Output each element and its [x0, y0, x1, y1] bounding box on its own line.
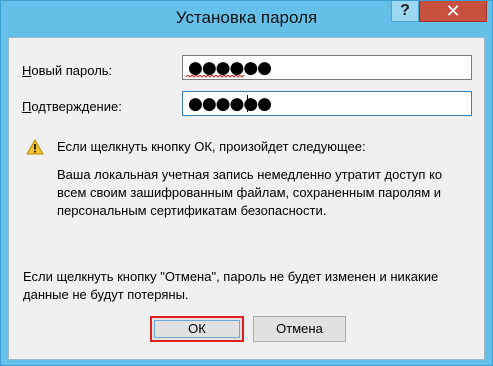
new-password-label: Новый пароль:	[22, 63, 113, 78]
confirm-password-input[interactable]: ●●●●●●	[182, 91, 472, 116]
ok-button[interactable]: ОК	[150, 316, 244, 342]
cancel-note: Если щелкнуть кнопку "Отмена", пароль не…	[23, 269, 439, 302]
spellcheck-underline	[186, 75, 244, 78]
dialog-window: Установка пароля ? ✕ Новый пароль: ●●●●●…	[0, 0, 493, 366]
warning-body: Ваша локальная учетная запись немедленно…	[57, 167, 443, 218]
confirm-password-label: Подтверждение:	[22, 99, 122, 114]
text-caret	[247, 95, 248, 112]
close-button[interactable]: ✕	[419, 1, 487, 22]
new-password-input[interactable]: ●●●●●●	[182, 55, 472, 80]
confirm-password-value: ●●●●●●	[188, 94, 272, 114]
close-icon: ✕	[445, 1, 461, 21]
dialog-body: Новый пароль: ●●●●●● Подтверждение: ●●●●…	[8, 37, 485, 360]
title-bar[interactable]: Установка пароля ? ✕	[1, 1, 492, 37]
ok-button-label: ОК	[154, 320, 240, 338]
cancel-button[interactable]: Отмена	[253, 316, 346, 342]
warning-triangle-icon	[26, 139, 44, 155]
warning-heading: Если щелкнуть кнопку ОК, произойдет след…	[57, 139, 366, 154]
help-icon: ?	[400, 2, 410, 19]
help-button[interactable]: ?	[391, 1, 419, 22]
